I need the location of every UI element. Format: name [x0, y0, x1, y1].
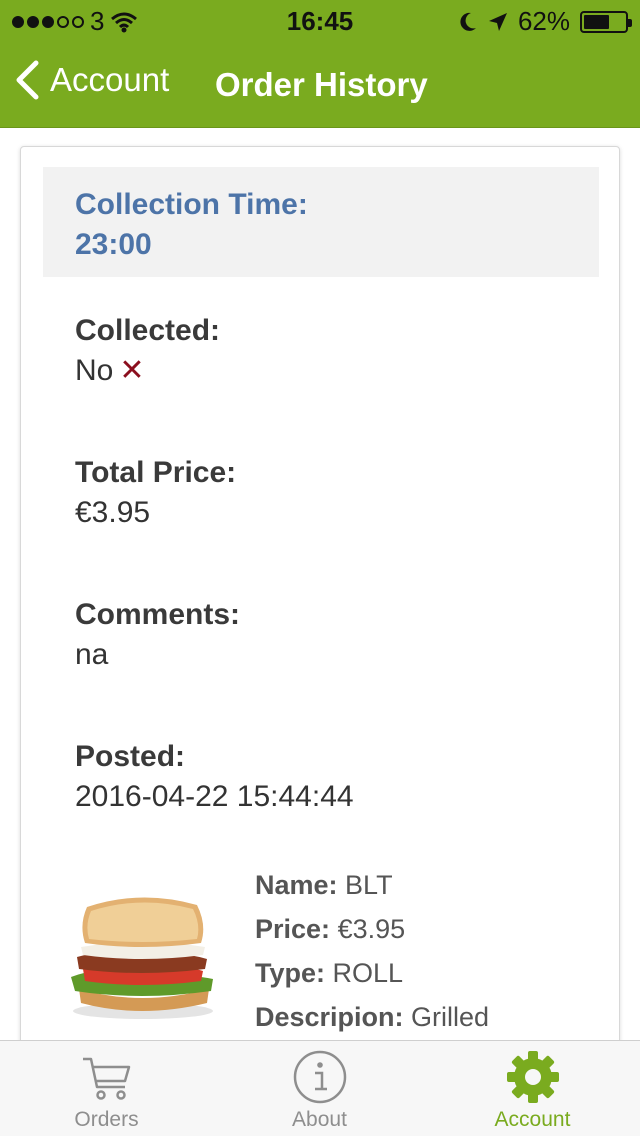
total-price-field: Total Price: €3.95	[75, 453, 236, 533]
posted-value: 2016-04-22 15:44:44	[75, 780, 354, 813]
cart-icon	[82, 1057, 130, 1100]
status-bar: 3 16:45 62%	[0, 0, 640, 40]
location-arrow-icon	[488, 12, 507, 31]
collected-label: Collected:	[75, 314, 221, 347]
comments-field: Comments: na	[75, 595, 240, 675]
item-price-value: €3.95	[337, 914, 406, 944]
comments-label: Comments:	[75, 598, 241, 631]
info-icon	[293, 1050, 346, 1104]
battery-icon	[580, 10, 632, 33]
item-details: Name: BLT Price: €3.95 Type: ROLL Descri…	[255, 863, 489, 1039]
tab-orders[interactable]: Orders	[0, 1041, 213, 1136]
back-button[interactable]: Account	[14, 60, 169, 100]
item-type-row: Type: ROLL	[255, 951, 489, 995]
collected-field: Collected: No ✕	[75, 311, 220, 391]
collection-time-panel: Collection Time: 23:00	[43, 167, 599, 277]
item-description-value: Grilled	[411, 1002, 490, 1032]
cross-icon: ✕	[119, 354, 145, 387]
order-card: Collection Time: 23:00 Collected: No ✕ To…	[20, 146, 620, 1136]
sandwich-image	[71, 897, 213, 1019]
item-description-row: Descripion: Grilled	[255, 995, 489, 1039]
tab-about-label: About	[292, 1108, 347, 1131]
moon-icon	[460, 12, 476, 31]
collection-time-value: 23:00	[75, 228, 152, 261]
item-name-value: BLT	[345, 870, 393, 900]
posted-field: Posted: 2016-04-22 15:44:44	[75, 737, 354, 817]
comments-value: na	[75, 638, 109, 671]
total-price-label: Total Price:	[75, 456, 237, 489]
order-item[interactable]: Name: BLT Price: €3.95 Type: ROLL Descri…	[61, 859, 601, 1059]
collection-time-label: Collection Time:	[75, 188, 308, 221]
tab-account[interactable]: Account	[426, 1041, 639, 1136]
tab-orders-label: Orders	[74, 1108, 139, 1131]
chevron-left-icon	[16, 60, 39, 100]
item-type-value: ROLL	[332, 958, 404, 988]
back-label: Account	[50, 61, 170, 98]
item-name-row: Name: BLT	[255, 863, 489, 907]
item-description-label: Descripion:	[255, 1002, 404, 1032]
gear-icon	[506, 1051, 559, 1103]
collected-value: No	[75, 354, 114, 387]
tab-bar: Orders About Account	[0, 1040, 640, 1136]
tab-account-label: Account	[494, 1108, 571, 1131]
tab-about[interactable]: About	[213, 1041, 426, 1136]
app-header: 3 16:45 62% Account Order History	[0, 0, 640, 128]
nav-bar: Account Order History	[0, 44, 640, 124]
total-price-value: €3.95	[75, 496, 151, 529]
item-price-row: Price: €3.95	[255, 907, 489, 951]
item-type-label: Type:	[255, 958, 326, 988]
item-name-label: Name:	[255, 870, 338, 900]
page-title: Order History	[215, 66, 428, 103]
battery-percent: 62%	[517, 6, 570, 36]
item-price-label: Price:	[255, 914, 331, 944]
posted-label: Posted:	[75, 740, 186, 773]
status-right: 62%	[458, 6, 632, 37]
